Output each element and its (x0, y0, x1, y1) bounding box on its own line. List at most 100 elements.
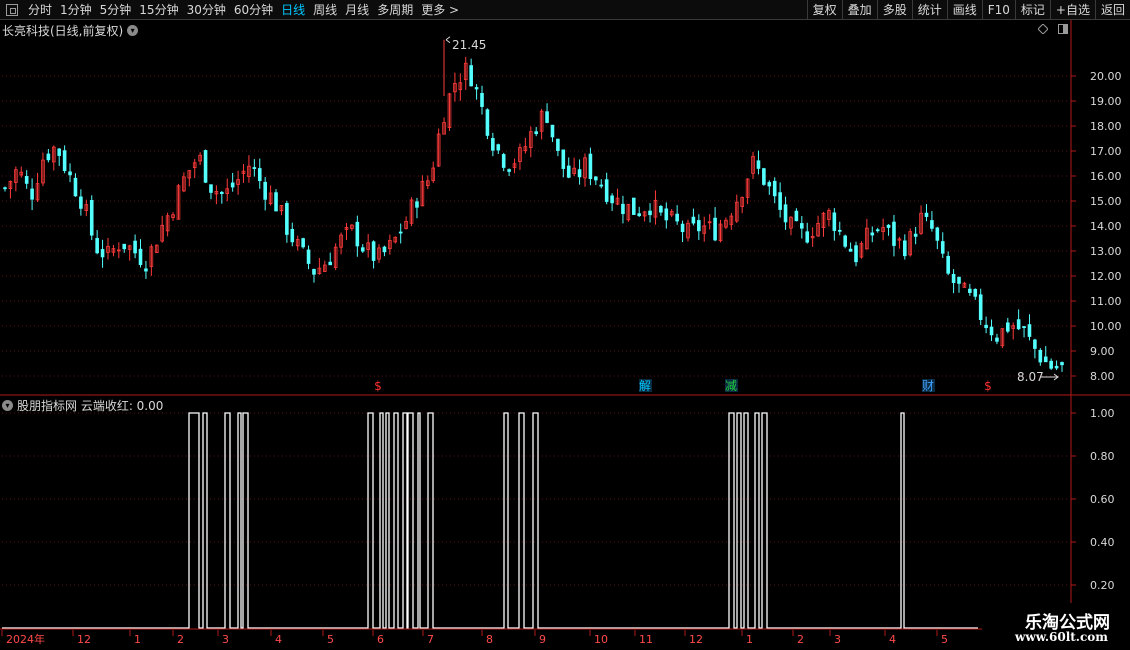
candle (285, 200, 289, 243)
candle (680, 220, 685, 243)
toolbar-button-7[interactable]: +自选 (1049, 0, 1095, 20)
diamond-icon[interactable] (1038, 24, 1048, 34)
event-marker-label: 财 (922, 379, 934, 393)
candle (772, 177, 777, 204)
candle (469, 58, 473, 87)
layout-grid-icon[interactable] (6, 4, 18, 16)
high-price-label: 21.45 (452, 38, 486, 52)
candle (854, 241, 858, 267)
date-tick-17: 4 (889, 633, 896, 646)
toolbar-button-5[interactable]: F10 (981, 0, 1015, 20)
period-tab-0[interactable]: 分时 (24, 0, 56, 20)
candle (734, 194, 739, 223)
candle (431, 161, 436, 183)
candle (57, 148, 62, 166)
candle (415, 197, 419, 219)
candle (8, 180, 13, 199)
event-marker-3[interactable]: 财 (922, 379, 935, 393)
period-tab-10[interactable]: 更多 > (417, 0, 463, 20)
stock-chart: 20.0019.0018.0017.0016.0015.0014.0013.00… (0, 20, 1130, 646)
candle (268, 185, 273, 206)
candle (724, 217, 728, 230)
date-tick-13: 12 (689, 633, 703, 646)
event-marker-2[interactable]: 减 (725, 379, 738, 393)
toolbar-button-2[interactable]: 多股 (876, 0, 912, 20)
candle (24, 170, 29, 189)
signal-tick-3: 0.40 (1090, 536, 1115, 549)
toolbar-button-3[interactable]: 统计 (911, 0, 947, 20)
candle (1016, 309, 1021, 331)
period-tab-4[interactable]: 30分钟 (183, 0, 230, 20)
candle (312, 268, 316, 283)
signal-line (2, 412, 978, 629)
candle (951, 269, 956, 294)
toolbar-button-4[interactable]: 画线 (946, 0, 982, 20)
candle (821, 211, 826, 237)
period-tab-8[interactable]: 月线 (341, 0, 373, 20)
candle (859, 241, 864, 259)
candle (3, 186, 7, 192)
candle (328, 252, 333, 266)
title-dropdown-icon[interactable]: ▾ (127, 25, 139, 36)
event-marker-4[interactable]: $ (984, 379, 992, 393)
price-tick-6: 14.00 (1090, 220, 1122, 233)
candle (1011, 322, 1016, 340)
toolbar-button-8[interactable]: 返回 (1094, 0, 1130, 20)
date-tick-18: 5 (941, 633, 948, 646)
candle (165, 212, 170, 237)
period-tab-5[interactable]: 60分钟 (230, 0, 277, 20)
period-tab-6[interactable]: 日线 (277, 0, 309, 20)
candle (827, 208, 831, 227)
candle (583, 153, 587, 187)
event-marker-label: 解 (639, 379, 651, 393)
candle (485, 108, 490, 140)
candle (783, 196, 788, 230)
candle (832, 208, 837, 241)
price-tick-3: 17.00 (1090, 145, 1122, 158)
candle (117, 242, 121, 259)
candle (1033, 338, 1037, 359)
period-tab-1[interactable]: 1分钟 (56, 0, 96, 20)
candle (615, 188, 620, 206)
candle (675, 205, 679, 225)
candle (919, 205, 923, 235)
toolbar-button-6[interactable]: 标记 (1014, 0, 1050, 20)
candle (626, 203, 631, 222)
candle (913, 226, 918, 245)
candle (425, 175, 430, 190)
date-tick-12: 11 (639, 633, 653, 646)
toolbar-right-buttons: 复权 叠加 多股 统计 画线 F10 标记 +自选 返回 (806, 0, 1130, 20)
candle (220, 190, 224, 204)
period-tab-3[interactable]: 15分钟 (135, 0, 182, 20)
candle (241, 164, 246, 183)
candle (767, 180, 772, 195)
candle (762, 167, 766, 186)
candle (247, 155, 251, 183)
candle (631, 197, 636, 215)
candle (566, 157, 571, 179)
toolbar-button-1[interactable]: 叠加 (841, 0, 877, 20)
date-tick-15: 2 (797, 633, 804, 646)
toolbar-button-0[interactable]: 复权 (806, 0, 842, 20)
candle (837, 221, 842, 236)
candle (957, 276, 961, 293)
watermark-line2: www.60lt.com (1015, 630, 1108, 644)
candle (35, 172, 40, 203)
event-marker-1[interactable]: 解 (639, 379, 652, 393)
candle (14, 166, 18, 192)
candle (366, 233, 370, 258)
candle (404, 216, 408, 230)
event-marker-0[interactable]: $ (374, 379, 382, 393)
signal-tick-2: 0.60 (1090, 493, 1115, 506)
candle (1027, 314, 1032, 341)
window-toggle-icon[interactable] (1058, 24, 1068, 34)
period-tab-7[interactable]: 周线 (309, 0, 341, 20)
candle (962, 281, 967, 288)
date-tick-0: 2024年 (6, 632, 45, 646)
candle (89, 195, 94, 241)
candle (51, 145, 56, 171)
period-tab-2[interactable]: 5分钟 (96, 0, 136, 20)
period-tab-9[interactable]: 多周期 (373, 0, 417, 20)
candle (848, 242, 853, 252)
indicator-dropdown-icon[interactable]: ▾ (2, 400, 13, 411)
